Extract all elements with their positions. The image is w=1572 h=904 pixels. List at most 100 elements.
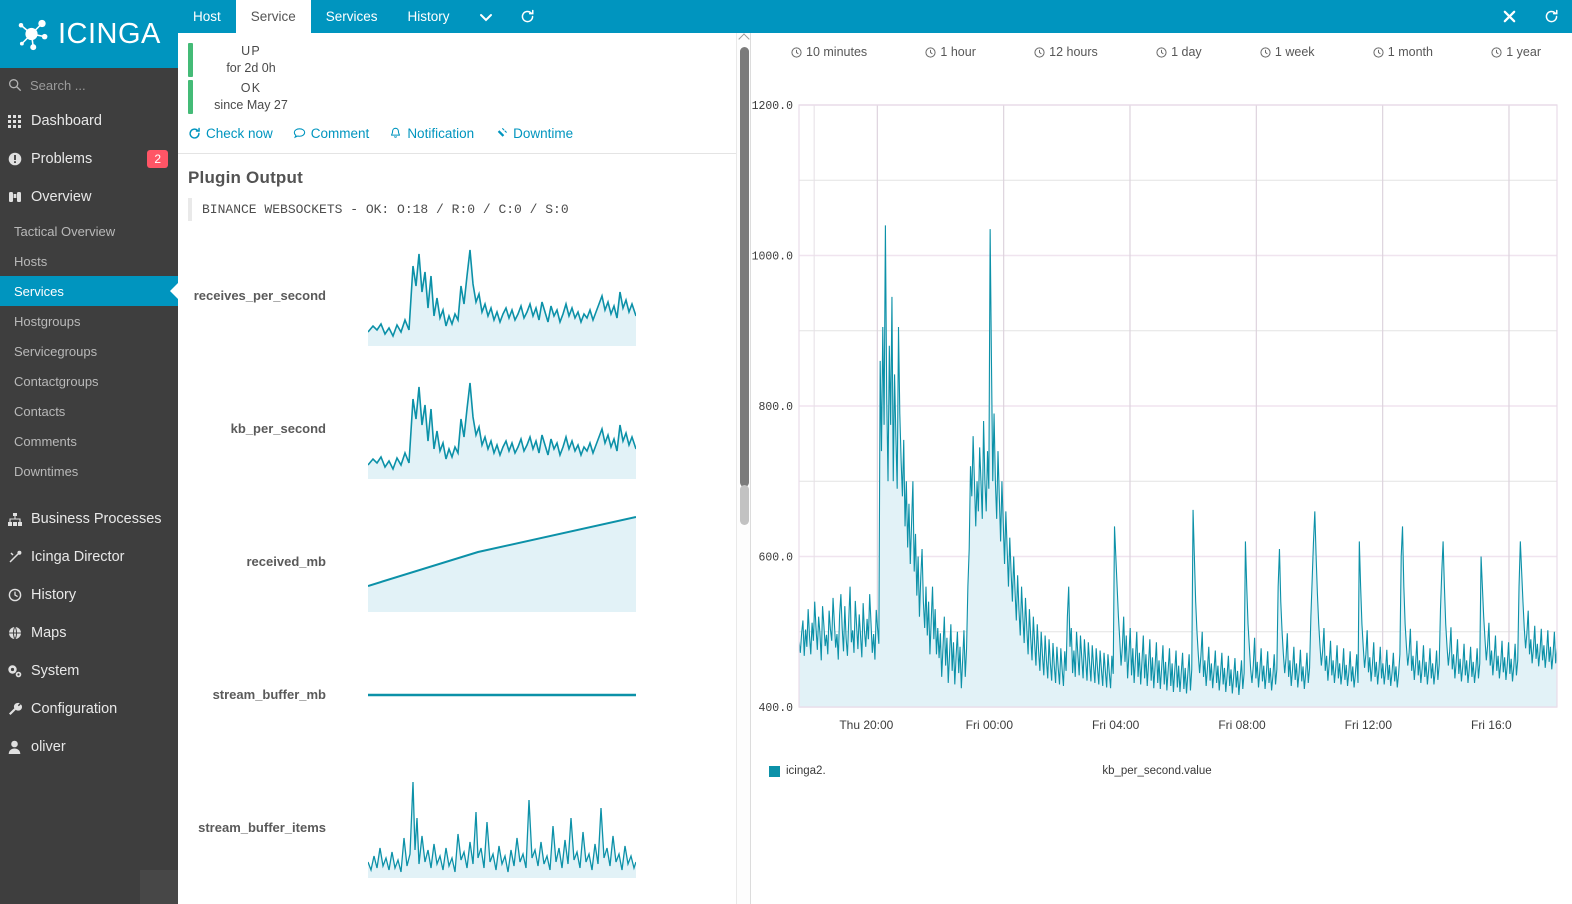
wand-icon	[7, 550, 22, 565]
time-range-1-month[interactable]: 1 month	[1373, 45, 1433, 59]
sidebar-item-maps[interactable]: Maps	[0, 614, 178, 652]
sidebar: ICINGA ✖ Dashboard	[0, 0, 227, 904]
sidebar-item-comments[interactable]: Comments	[0, 426, 178, 456]
cogs-icon	[7, 664, 22, 679]
tab-services[interactable]: Services	[311, 0, 393, 33]
chart-canvas[interactable]: Thu 20:00 Fri 00:00 Fri 04:00 Fri 08:00 Fri …	[751, 67, 1563, 757]
tab-service[interactable]: Service	[235, 0, 311, 33]
plug-icon	[496, 128, 507, 138]
sidebar-item-label: Dashboard	[31, 113, 102, 129]
sparkline-row[interactable]: stream_buffer_items	[178, 761, 736, 894]
scroll-up-icon[interactable]	[738, 33, 750, 45]
search-bar[interactable]: ✖	[0, 68, 227, 102]
tab-label: Service	[250, 9, 296, 24]
sidebar-item-label: Problems	[31, 151, 93, 167]
time-range-label: 10 minutes	[806, 45, 868, 59]
host-status-row: UP for 2d 0h	[188, 43, 736, 77]
time-range-1-year[interactable]: 1 year	[1491, 45, 1541, 59]
sidebar-item-problems[interactable]: Problems 2	[0, 140, 178, 178]
sparkline-received-mb[interactable]	[368, 512, 636, 612]
time-range-10-minutes[interactable]: 10 minutes	[791, 45, 867, 59]
sidebar-collapse-handle[interactable]	[140, 870, 178, 904]
time-range-12-hours[interactable]: 12 hours	[1034, 45, 1098, 59]
scrollbar-thumb-tail[interactable]	[739, 485, 749, 525]
left-pane-scrollbar[interactable]	[736, 33, 750, 904]
sparkline-receives-per-second[interactable]	[368, 246, 636, 346]
sparkline-stream-buffer-mb[interactable]	[368, 645, 636, 745]
sidebar-item-label: Icinga Director	[31, 549, 125, 565]
tab-history[interactable]: History	[393, 0, 465, 33]
sparkline-kb-per-second[interactable]	[368, 379, 636, 479]
x-tick-label: Thu 20:00	[839, 718, 893, 732]
sparkline-row[interactable]: receives_per_second	[178, 229, 736, 362]
clock-icon	[1491, 46, 1502, 58]
sidebar-item-dashboard[interactable]: Dashboard	[0, 102, 178, 140]
check-now-button[interactable]: Check now	[188, 126, 273, 141]
sparkline-label: stream_buffer_mb	[212, 687, 326, 702]
clock-icon	[1260, 46, 1271, 58]
close-icon[interactable]	[1488, 0, 1530, 33]
sidebar-subitem-label: Downtimes	[14, 463, 79, 479]
tab-host[interactable]: Host	[178, 0, 236, 33]
sidebar-item-services[interactable]: Services	[0, 276, 178, 306]
action-links: Check now Comment Notification Downtime	[178, 114, 736, 154]
scrollbar-thumb[interactable]	[739, 47, 749, 487]
time-range-label: 1 week	[1274, 45, 1315, 59]
sidebar-item-system[interactable]: System	[0, 652, 178, 690]
legend-label: icinga2.	[786, 765, 826, 777]
sidebar-subitem-label: Comments	[14, 433, 77, 449]
sidebar-item-contactgroups[interactable]: Contactgroups	[0, 366, 178, 396]
sidebar-item-user[interactable]: oliver	[0, 728, 178, 766]
downtime-button[interactable]: Downtime	[494, 126, 573, 141]
sidebar-item-hostgroups[interactable]: Hostgroups	[0, 306, 178, 336]
sidebar-divider-gap	[0, 486, 178, 500]
time-range-label: 1 day	[1171, 45, 1202, 59]
plugin-output-text: BINANCE WEBSOCKETS - OK: O:18 / R:0 / C:…	[188, 198, 736, 221]
time-range-1-day[interactable]: 1 day	[1156, 45, 1202, 59]
refresh-icon[interactable]	[507, 0, 549, 33]
clock-icon	[791, 46, 802, 58]
sidebar-item-label: Configuration	[31, 701, 118, 717]
sidebar-item-tactical-overview[interactable]: Tactical Overview	[0, 216, 178, 246]
time-range-label: 1 year	[1506, 45, 1541, 59]
graph-pane: 10 minutes 1 hour 12 hours 1 day 1 week …	[751, 33, 1572, 904]
sidebar-item-contacts[interactable]: Contacts	[0, 396, 178, 426]
action-label: Check now	[206, 126, 273, 141]
chevron-down-icon[interactable]	[465, 0, 507, 33]
globe-icon	[7, 626, 22, 641]
sidebar-item-overview[interactable]: Overview	[0, 178, 178, 216]
sidebar-item-downtimes[interactable]: Downtimes	[0, 456, 178, 486]
binoculars-icon	[7, 190, 22, 205]
kb-per-second-chart[interactable]: Thu 20:00 Fri 00:00 Fri 04:00 Fri 08:00 Fri …	[751, 67, 1563, 762]
sidebar-subitem-label: Hosts	[14, 253, 48, 269]
host-status-text: UP for 2d 0h	[193, 43, 293, 77]
sidebar-item-history[interactable]: History	[0, 576, 178, 614]
comment-icon	[293, 128, 305, 139]
refresh-right-icon[interactable]	[1530, 0, 1572, 33]
sparkline-row[interactable]: kb_per_second	[178, 362, 736, 495]
history-clock-icon	[7, 588, 22, 603]
y-tick-label: 400.0	[758, 702, 793, 715]
time-range-selector: 10 minutes 1 hour 12 hours 1 day 1 week …	[751, 33, 1551, 67]
sidebar-item-icinga-director[interactable]: Icinga Director	[0, 538, 178, 576]
performance-sparklines: receives_per_second kb_per_second receiv…	[178, 221, 736, 894]
service-status-text: OK since May 27	[193, 80, 293, 114]
time-range-1-hour[interactable]: 1 hour	[925, 45, 976, 59]
sidebar-item-business-processes[interactable]: Business Processes	[0, 500, 178, 538]
sparkline-label: received_mb	[246, 554, 327, 569]
tab-bar: Host Service Services History	[178, 0, 1572, 33]
sparkline-stream-buffer-items[interactable]	[368, 778, 636, 878]
sparkline-label: receives_per_second	[193, 288, 326, 303]
sparkline-row[interactable]: received_mb	[178, 495, 736, 628]
tab-bar-right-controls	[1488, 0, 1572, 33]
sidebar-subitem-label: Servicegroups	[14, 343, 98, 359]
sparkline-row[interactable]: stream_buffer_mb	[178, 628, 736, 761]
sidebar-item-servicegroups[interactable]: Servicegroups	[0, 336, 178, 366]
notification-button[interactable]: Notification	[389, 126, 474, 141]
sidebar-item-hosts[interactable]: Hosts	[0, 246, 178, 276]
wrench-icon	[7, 702, 22, 717]
time-range-1-week[interactable]: 1 week	[1260, 45, 1315, 59]
sidebar-item-configuration[interactable]: Configuration	[0, 690, 178, 728]
brand-logo[interactable]: ICINGA	[0, 0, 178, 68]
comment-button[interactable]: Comment	[293, 126, 369, 141]
